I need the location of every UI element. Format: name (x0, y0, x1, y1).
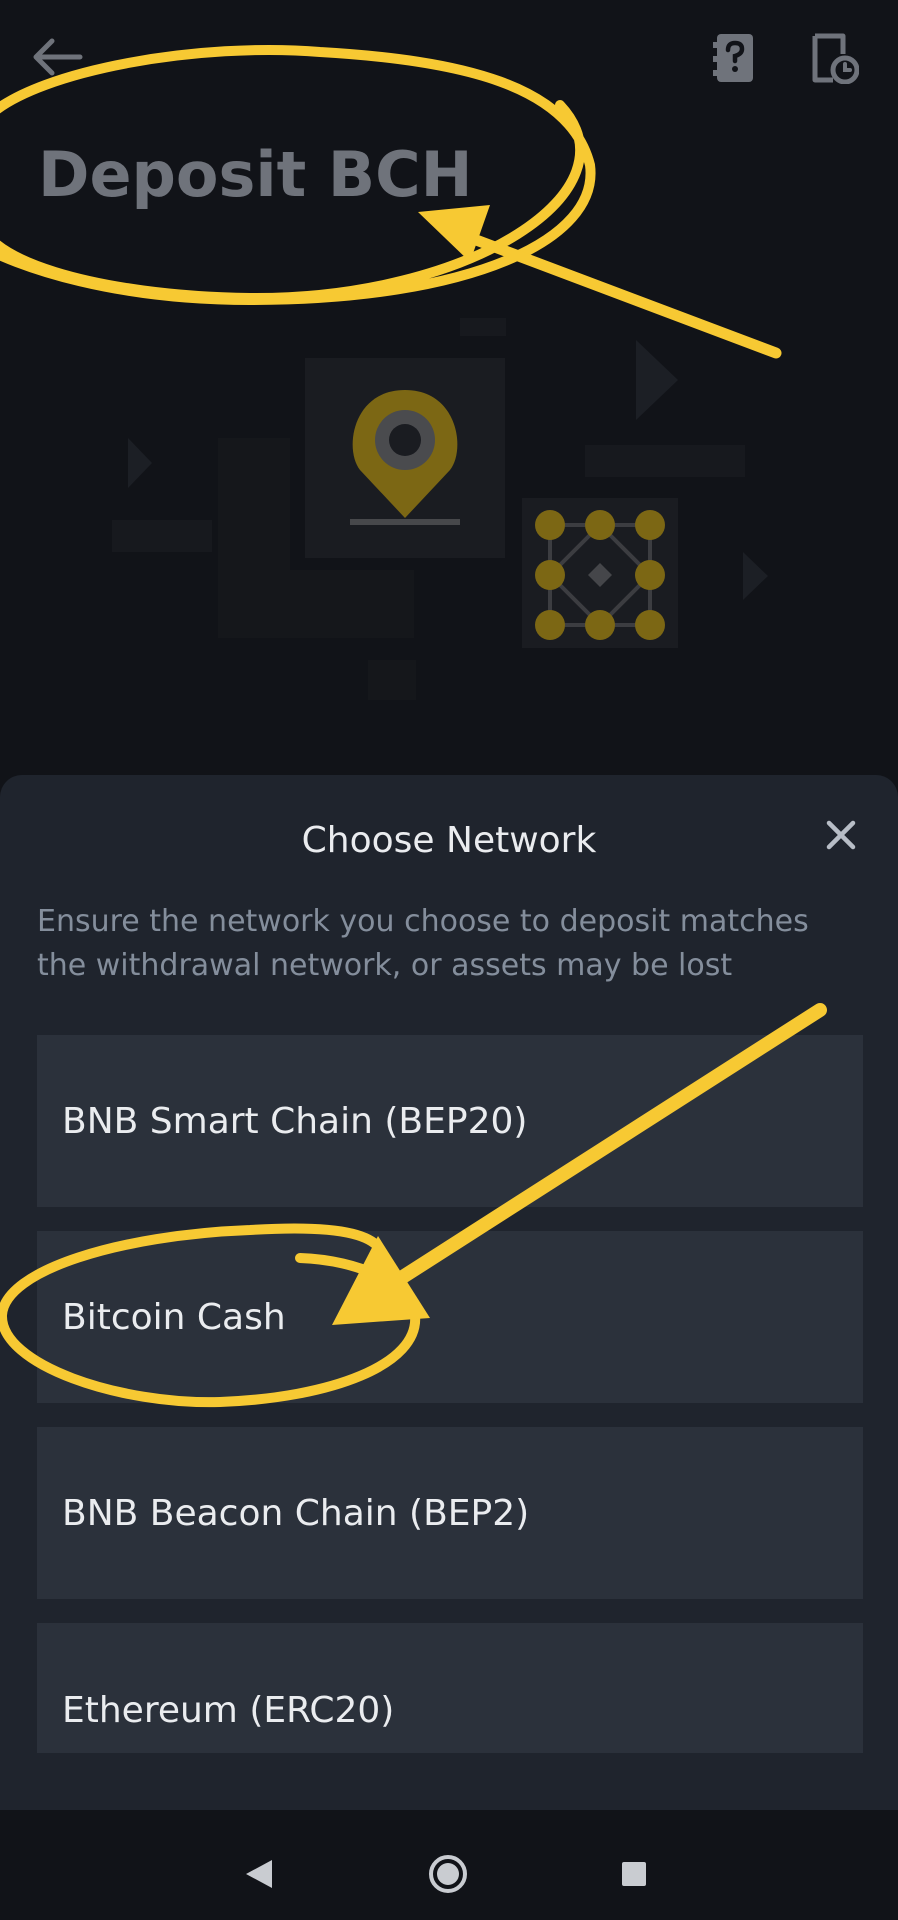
history-button[interactable] (806, 30, 862, 86)
network-option-bep20[interactable]: BNB Smart Chain (BEP20) (37, 1035, 863, 1207)
arrow-to-title-head (418, 205, 490, 262)
arrow-left-icon (33, 38, 83, 76)
network-option-label: BNB Beacon Chain (BEP2) (62, 1492, 530, 1534)
system-navigation-bar (0, 1810, 898, 1920)
network-option-bitcoin-cash[interactable]: Bitcoin Cash (37, 1231, 863, 1403)
network-option-bep2[interactable]: BNB Beacon Chain (BEP2) (37, 1427, 863, 1599)
close-button[interactable] (818, 812, 864, 858)
back-button[interactable] (28, 32, 88, 82)
network-option-label: Ethereum (ERC20) (62, 1690, 395, 1731)
close-icon (826, 820, 856, 850)
network-warning-text: Ensure the network you choose to deposit… (37, 904, 809, 983)
circle-home-icon[interactable] (428, 1854, 468, 1894)
network-option-label: BNB Smart Chain (BEP20) (62, 1100, 528, 1142)
network-option-label: Bitcoin Cash (62, 1296, 286, 1338)
document-clock-icon (812, 33, 859, 84)
network-option-erc20[interactable]: Ethereum (ERC20) (37, 1623, 863, 1753)
sheet-title: Choose Network (301, 820, 597, 861)
help-button[interactable] (710, 30, 760, 86)
deposit-illustration (112, 318, 768, 700)
top-bar (0, 0, 898, 120)
triangle-back-icon[interactable] (244, 1858, 274, 1890)
question-book-icon (713, 34, 753, 82)
square-recents-icon[interactable] (620, 1860, 648, 1888)
page-title: Deposit BCH (38, 138, 473, 211)
